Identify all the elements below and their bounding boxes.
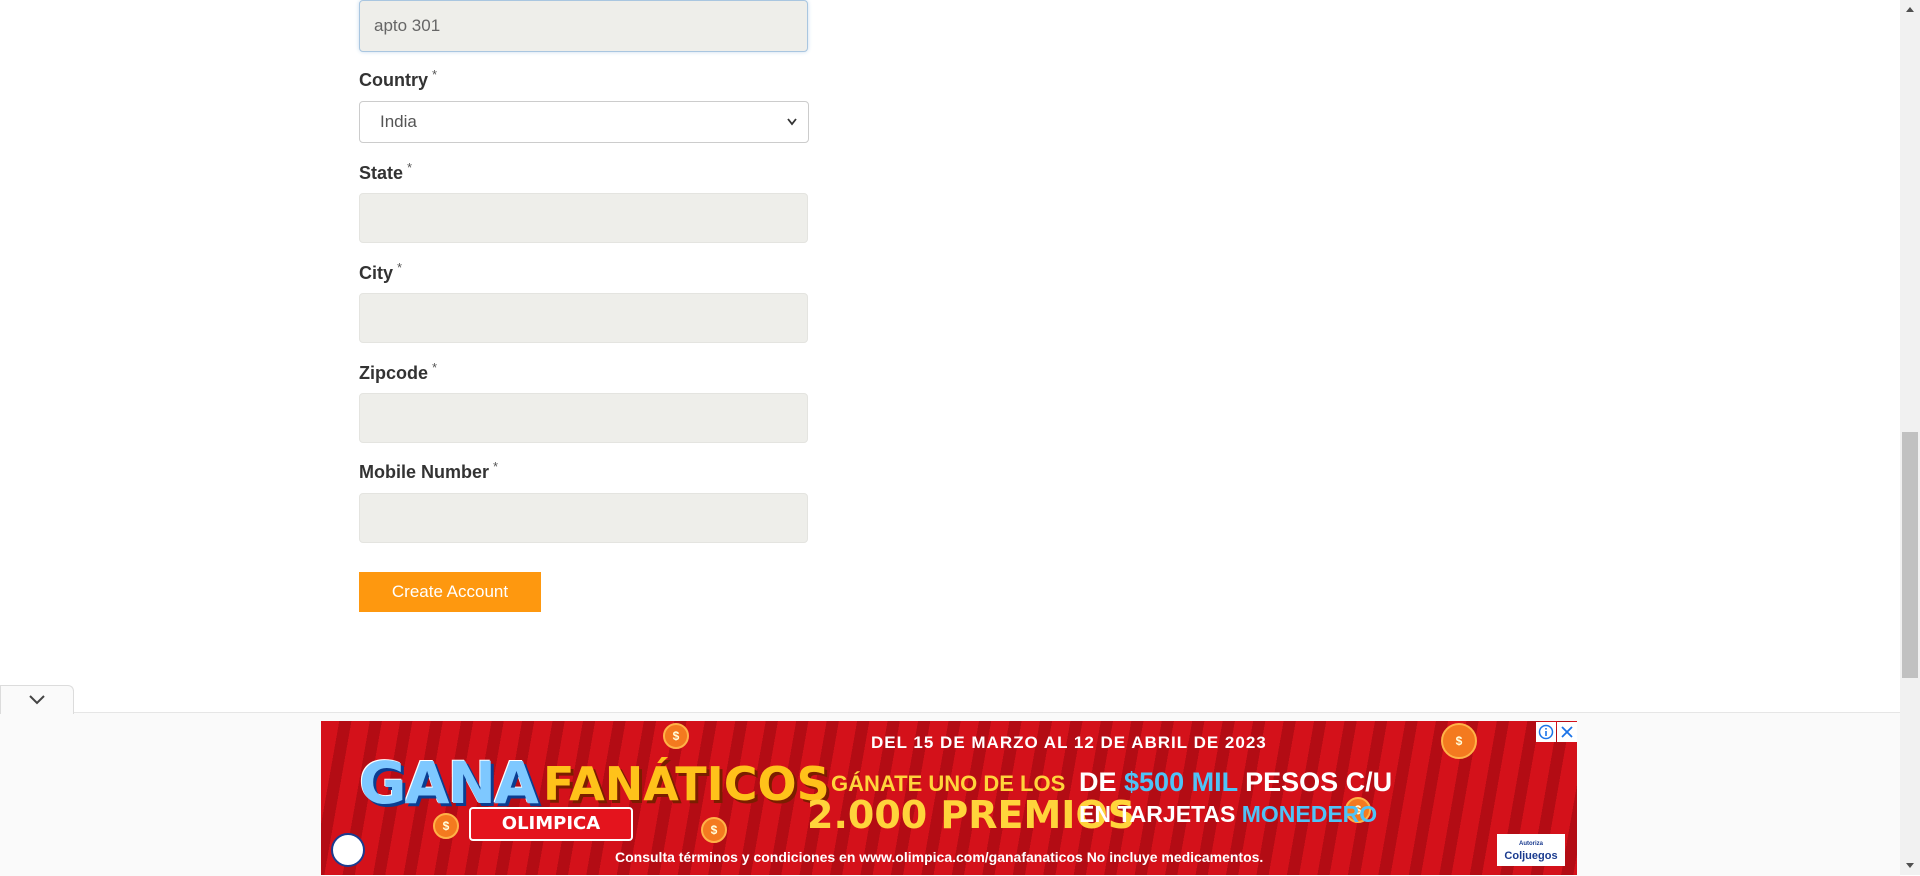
country-select[interactable]: India xyxy=(359,101,809,143)
state-label: State * xyxy=(359,160,413,184)
ad-prize-text: EN TARJETAS xyxy=(1079,801,1242,827)
ad-logo-fanaticos: FANÁTICOS xyxy=(543,757,830,811)
state-input[interactable] xyxy=(359,193,808,243)
seal-icon xyxy=(331,833,365,867)
ad-prize-highlight: MONEDERO xyxy=(1241,801,1378,827)
required-marker: * xyxy=(432,360,438,375)
state-label-text: State xyxy=(359,163,404,183)
collapse-ad-button[interactable] xyxy=(0,685,74,714)
scroll-up-icon[interactable] xyxy=(1904,4,1916,16)
country-selected-value: India xyxy=(380,112,417,131)
zipcode-input[interactable] xyxy=(359,393,808,443)
required-marker: * xyxy=(407,160,413,175)
ad-dates: DEL 15 DE MARZO AL 12 DE ABRIL DE 2023 xyxy=(871,733,1267,752)
country-label-text: Country xyxy=(359,70,428,90)
coljuegos-text: Coljuegos xyxy=(1504,850,1558,862)
address2-input[interactable] xyxy=(359,0,808,52)
ad-prize-line1: DE $500 MIL PESOS C/U xyxy=(1079,767,1392,798)
scroll-down-icon[interactable] xyxy=(1904,859,1916,871)
coin-icon: $ xyxy=(1441,723,1477,759)
city-label-text: City xyxy=(359,263,394,283)
scrollbar-thumb[interactable] xyxy=(1902,432,1918,678)
ad-prize-line2: EN TARJETAS MONEDERO xyxy=(1079,801,1377,828)
coljuegos-small: Autoriza xyxy=(1519,841,1543,847)
city-label: City * xyxy=(359,260,403,284)
ad-prize-text: PESOS C/U xyxy=(1237,767,1393,797)
required-marker: * xyxy=(397,260,403,275)
mobile-label-text: Mobile Number xyxy=(359,462,490,482)
zipcode-label: Zipcode * xyxy=(359,360,438,384)
zipcode-label-text: Zipcode xyxy=(359,363,429,383)
coin-icon: $ xyxy=(663,723,689,749)
ad-prize-text: DE xyxy=(1079,767,1125,797)
mobile-label: Mobile Number * xyxy=(359,459,499,483)
ad-terms: Consulta términos y condiciones en www.o… xyxy=(615,849,1264,865)
ad-brand-olimpica: OLIMPICA xyxy=(469,807,633,841)
ad-banner[interactable]: $ $ $ $ $ GANA FANÁTICOS OLIMPICA DEL 15… xyxy=(321,721,1577,875)
chevron-down-icon xyxy=(786,102,798,157)
coljuegos-logo: Autoriza Coljuegos xyxy=(1497,834,1565,866)
mobile-input[interactable] xyxy=(359,493,808,543)
country-label: Country * xyxy=(359,67,438,91)
required-marker: * xyxy=(493,459,499,474)
coin-icon: $ xyxy=(701,817,727,843)
city-input[interactable] xyxy=(359,293,808,343)
ad-info-icon[interactable] xyxy=(1536,722,1556,742)
chevron-down-icon xyxy=(27,691,47,711)
create-account-button[interactable]: Create Account xyxy=(359,572,541,612)
ad-prize-amount: $500 MIL xyxy=(1124,767,1238,797)
required-marker: * xyxy=(432,67,438,82)
ad-close-icon[interactable] xyxy=(1557,722,1577,742)
